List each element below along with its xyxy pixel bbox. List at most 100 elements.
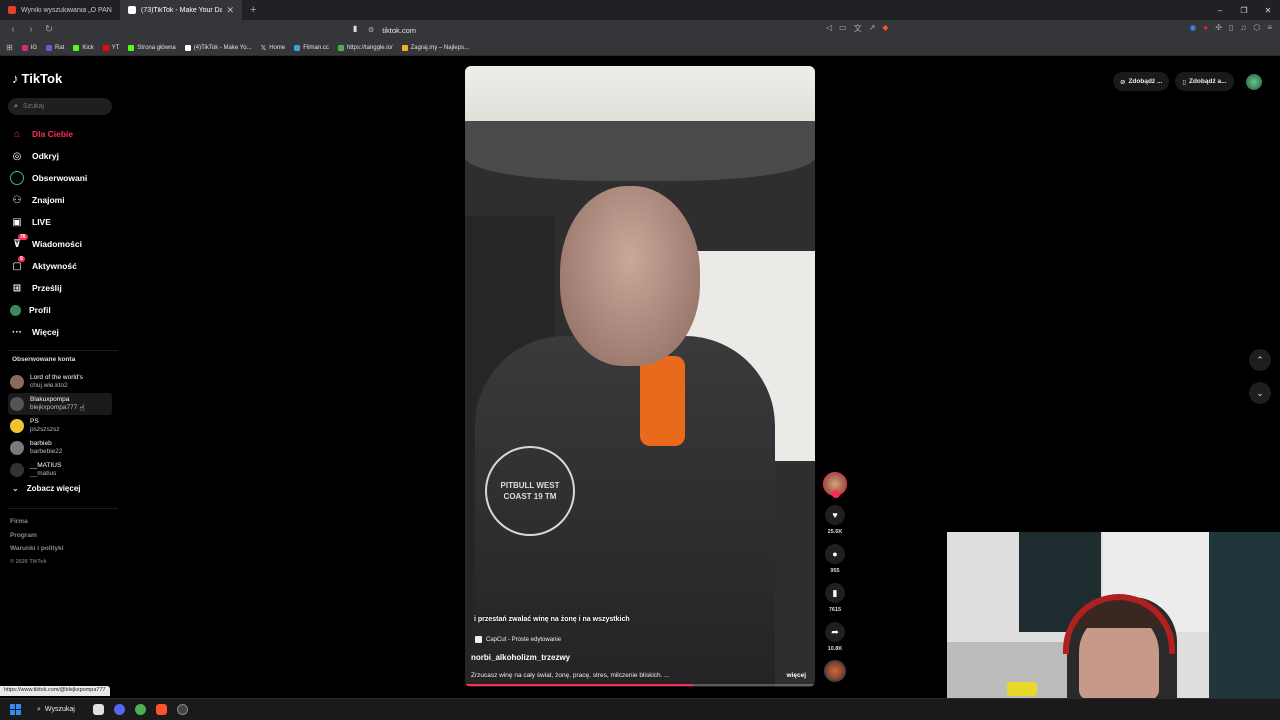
bookmark-icon[interactable]: ▮ xyxy=(353,24,357,33)
user-avatar[interactable] xyxy=(1245,73,1262,90)
bookmark-ig[interactable]: IG xyxy=(21,44,37,51)
account-item[interactable]: Blakuxpompa blejkxpompa777 ☝ xyxy=(8,393,112,415)
search-icon: ⌕ xyxy=(37,705,41,713)
nav-label: Prześlij xyxy=(32,283,62,293)
file-explorer-icon[interactable] xyxy=(92,704,104,715)
close-tab-icon[interactable]: ✕ xyxy=(226,5,234,16)
brave-shields-icon[interactable]: ◆ xyxy=(882,23,888,34)
minimize-button[interactable]: – xyxy=(1208,6,1232,15)
bookmark-label: YT xyxy=(111,44,120,51)
tab-tiktok[interactable]: (73)TikTok - Make Your Day ✕ xyxy=(120,0,242,20)
bookmark-tanggle[interactable]: https://tanggle.io/ xyxy=(337,44,393,51)
reload-icon[interactable]: ↻ xyxy=(42,23,56,37)
translate-icon[interactable]: 文 xyxy=(854,23,862,34)
wallet-icon[interactable]: ⬡ xyxy=(1253,23,1260,32)
nav-label: Obserwowani xyxy=(32,173,88,183)
extension-puzzle-icon[interactable]: ✣ xyxy=(1215,23,1222,32)
extension-red-icon[interactable]: ● xyxy=(1203,23,1208,32)
bookmark-label: (4)TikTok - Make Yo... xyxy=(193,44,252,51)
get-coins-button[interactable]: ⊘ Zdobądź ... xyxy=(1113,72,1170,91)
url-text: tiktok.com xyxy=(382,25,417,35)
maximize-button[interactable]: ❐ xyxy=(1232,6,1256,15)
brave-icon[interactable] xyxy=(155,704,167,715)
video-player[interactable]: PITBULL WEST COAST 19 TM i przestań zwal… xyxy=(465,66,815,687)
windows-start-icon[interactable] xyxy=(10,704,21,715)
obs-icon[interactable] xyxy=(176,704,188,715)
see-more-button[interactable]: ⌄ Zobacz więcej xyxy=(12,484,81,493)
share-action[interactable]: ➦ 10.8K xyxy=(820,622,850,652)
bookmark-icon[interactable]: ▮ xyxy=(825,583,845,603)
footer-link-program[interactable]: Program xyxy=(10,529,64,543)
mute-site-icon[interactable]: ◁ xyxy=(826,23,832,34)
tiktok-logo[interactable]: ♪ TikTok xyxy=(12,71,62,86)
bookmark-tiktok[interactable]: (4)TikTok - Make Yo... xyxy=(184,44,252,51)
account-item[interactable]: barbieb barbebie22 xyxy=(8,437,112,459)
chrome-icon[interactable] xyxy=(134,704,146,715)
footer-link-company[interactable]: Firma xyxy=(10,515,64,529)
share-icon[interactable]: ↗ xyxy=(869,23,876,34)
like-action[interactable]: ♥ 25.6K xyxy=(820,505,850,535)
save-action[interactable]: ▮ 7615 xyxy=(820,583,850,613)
nav-friends[interactable]: ⚇ Znajomi xyxy=(10,189,120,211)
tab-search-results[interactable]: Wyniki wyszukiwania „O PANI" w serw xyxy=(0,0,120,20)
browser-tab-bar: Wyniki wyszukiwania „O PANI" w serw (73)… xyxy=(0,0,1280,20)
comment-icon[interactable]: ● xyxy=(825,544,845,564)
account-item[interactable]: PS pszszszsz xyxy=(8,415,112,437)
nav-profile[interactable]: Profil xyxy=(10,299,120,321)
bookmark-label: Home xyxy=(269,44,286,51)
cast-icon[interactable]: ▭ xyxy=(839,23,847,34)
bookmark-yt[interactable]: YT xyxy=(102,44,120,51)
sidebar-toggle-icon[interactable]: ▯ xyxy=(1229,23,1233,32)
capcut-tag[interactable]: CapCut - Proste edytowanie xyxy=(475,636,561,643)
nav-messages[interactable]: ⊽ 76 Wiadomości xyxy=(10,233,120,255)
menu-icon[interactable]: ≡ xyxy=(1267,23,1272,32)
bookmark-rat[interactable]: Rat xyxy=(46,44,64,51)
discord-icon[interactable] xyxy=(113,704,125,715)
bookmark-kick[interactable]: Kick xyxy=(73,44,94,51)
tab-label: Wyniki wyszukiwania „O PANI" w serw xyxy=(21,6,112,14)
video-subtitle: i przestań zwalać winę na żonę i na wszy… xyxy=(474,616,630,623)
nav-live[interactable]: ▣ LIVE xyxy=(10,211,120,233)
creator-avatar[interactable] xyxy=(823,472,847,498)
nav-for-you[interactable]: ⌂ Dla Ciebie xyxy=(10,123,120,145)
activity-badge: 9 xyxy=(18,256,25,262)
back-icon[interactable]: ‹ xyxy=(6,23,20,37)
site-settings-icon[interactable]: ⚙ xyxy=(368,26,374,34)
previous-video-button[interactable]: ⌃ xyxy=(1249,349,1271,371)
bookmark-filman[interactable]: Filman.cc xyxy=(294,44,329,51)
footer-link-terms[interactable]: Warunki i polityki xyxy=(10,542,64,556)
bookmark-kick-home[interactable]: Strona główna xyxy=(128,44,176,51)
media-icon[interactable]: ♫ xyxy=(1240,23,1246,32)
bookmark-x-home[interactable]: 𝕏 Home xyxy=(261,44,286,52)
nav-upload[interactable]: ⊞ Prześlij xyxy=(10,277,120,299)
comment-action[interactable]: ● 955 xyxy=(820,544,850,574)
follow-plus-icon[interactable] xyxy=(832,490,840,498)
webcam-overlay xyxy=(947,532,1280,700)
next-video-button[interactable]: ⌄ xyxy=(1249,382,1271,404)
heart-icon[interactable]: ♥ xyxy=(825,505,845,525)
share-arrow-icon[interactable]: ➦ xyxy=(825,622,845,642)
search-input[interactable]: ⌕ Szukaj xyxy=(8,98,112,115)
video-progress-bar[interactable] xyxy=(465,684,815,686)
compass-icon: ◎ xyxy=(12,150,22,162)
nav-activity[interactable]: ▢ 9 Aktywność xyxy=(10,255,120,277)
video-author[interactable]: norbi_alkoholizm_trzezwy xyxy=(471,653,570,662)
coin-icon: ⊘ xyxy=(1120,78,1126,86)
extension-blue-icon[interactable]: ◉ xyxy=(1189,23,1196,32)
close-window-button[interactable]: ✕ xyxy=(1256,6,1280,15)
nav-following[interactable]: Obserwowani xyxy=(10,167,120,189)
account-handle: pszszszsz xyxy=(30,426,60,433)
forward-icon[interactable]: › xyxy=(24,23,38,37)
account-item[interactable]: Lord of the world's chuj.wie.kto2 xyxy=(8,371,112,393)
account-item[interactable]: __MATIUS __matius xyxy=(8,459,112,481)
bookmark-zagraj[interactable]: Zagraj.my – Najleps... xyxy=(401,44,469,51)
divider xyxy=(8,350,118,351)
sound-disc-icon[interactable] xyxy=(824,660,846,682)
nav-explore[interactable]: ◎ Odkryj xyxy=(10,145,120,167)
new-tab-button[interactable]: + xyxy=(242,4,264,16)
nav-more[interactable]: ··· Więcej xyxy=(10,321,120,343)
taskbar-search[interactable]: ⌕ Wyszukaj xyxy=(31,702,83,718)
apps-grid-icon[interactable]: ⊞ xyxy=(6,43,13,52)
get-app-button[interactable]: ▯ Zdobądź a... xyxy=(1175,72,1234,91)
more-button[interactable]: więcej xyxy=(786,672,806,679)
